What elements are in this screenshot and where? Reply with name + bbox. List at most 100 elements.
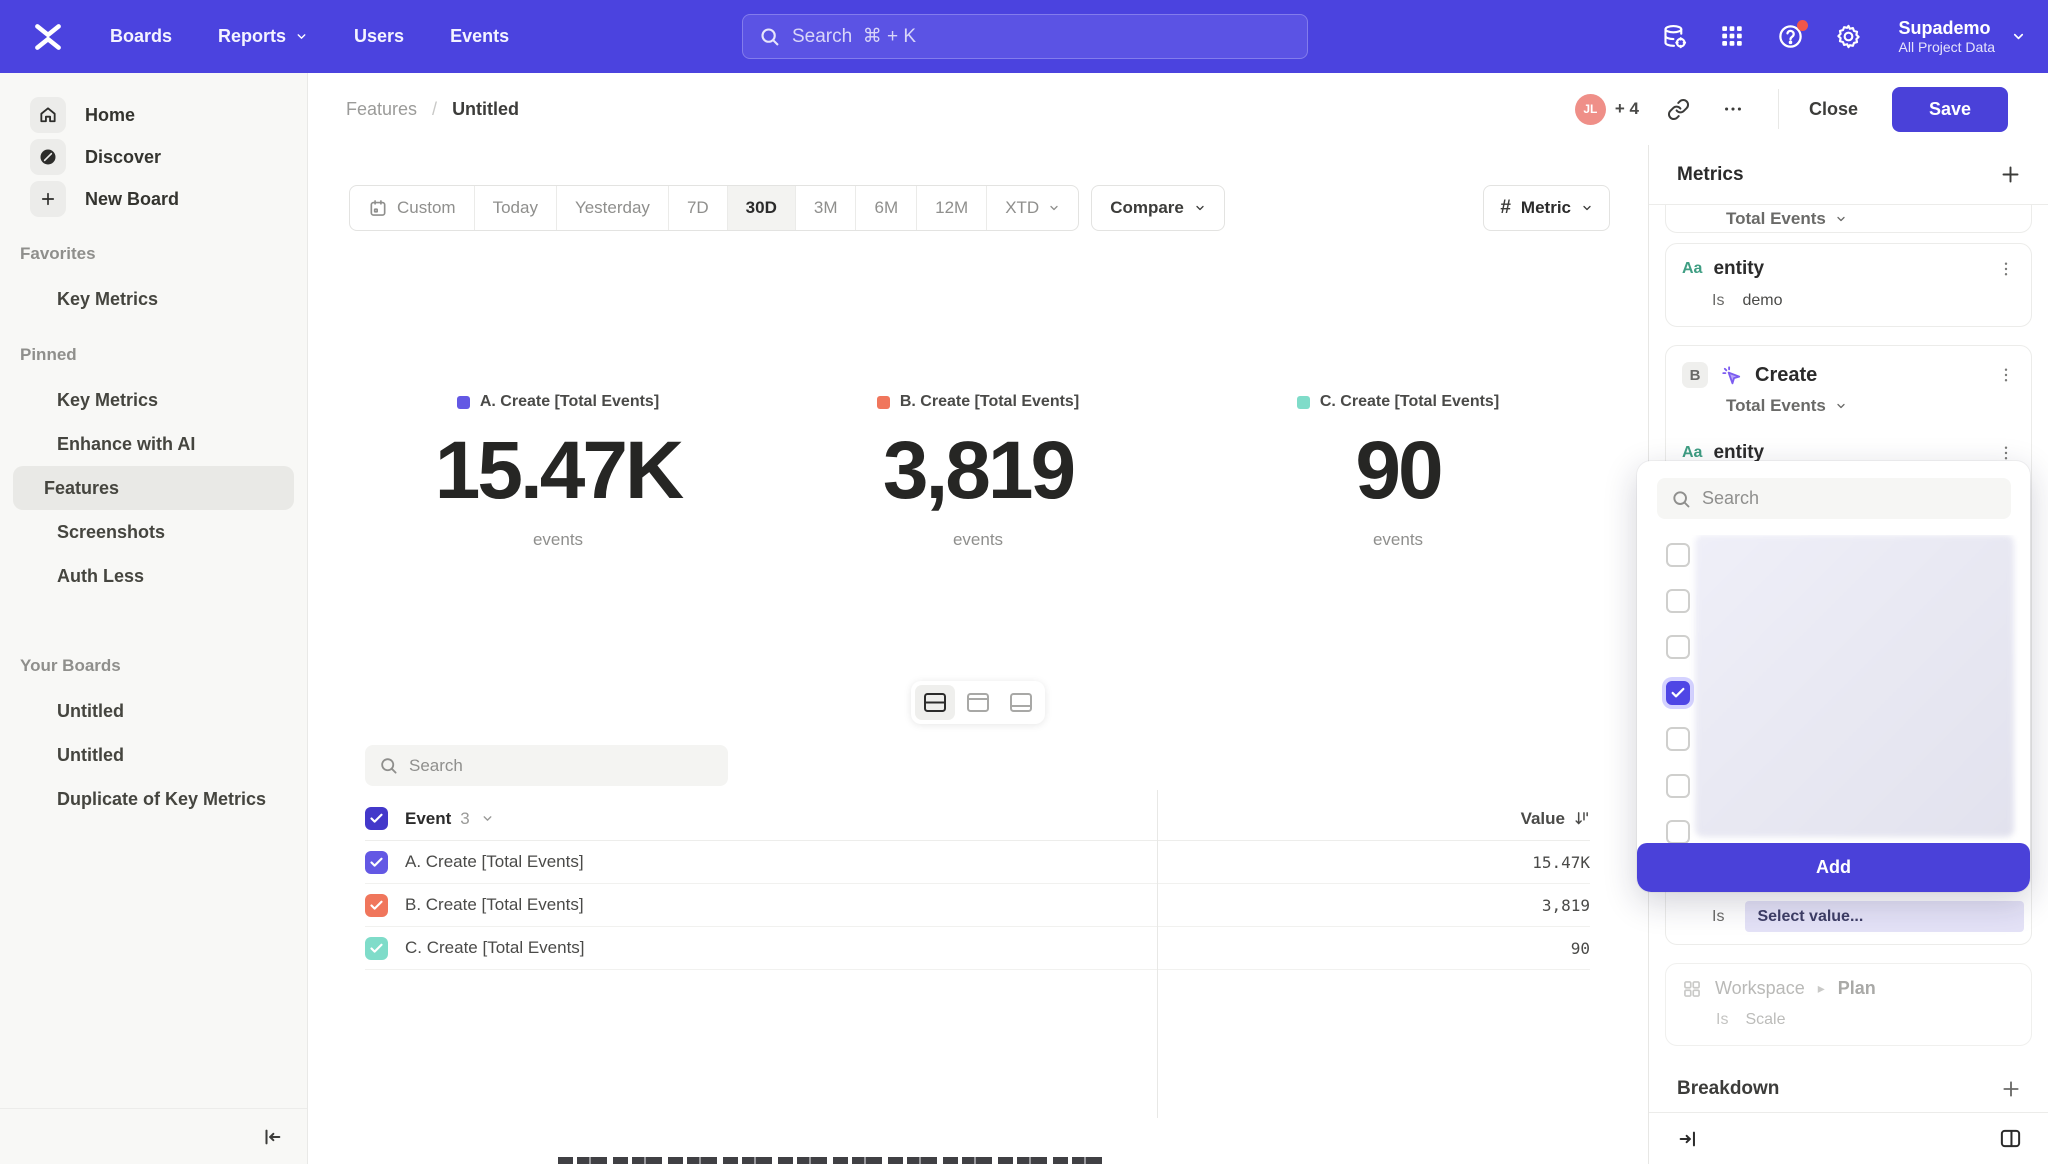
column-divider xyxy=(1157,790,1158,1118)
date-range-xtd[interactable]: XTD xyxy=(987,186,1078,230)
mixpanel-logo-icon[interactable] xyxy=(30,19,66,55)
sidebar-item-features[interactable]: Features xyxy=(13,466,294,510)
date-range-7d[interactable]: 7D xyxy=(669,186,728,230)
option-checkbox[interactable] xyxy=(1666,589,1690,613)
event-type-selector[interactable]: Total Events xyxy=(1726,209,1826,229)
workspace-grid-icon xyxy=(1682,979,1702,999)
settings-gear-icon[interactable] xyxy=(1835,23,1862,50)
row-value: 15.47K xyxy=(1532,853,1590,872)
header-actions: JL + 4 Close Save xyxy=(1575,87,2008,132)
option-checkbox[interactable] xyxy=(1666,635,1690,659)
top-nav-bar: Boards Reports Users Events xyxy=(0,0,2048,73)
workspace-name: Supademo xyxy=(1899,18,1995,39)
left-sidebar: Home Discover New Board Favorites Key Me… xyxy=(0,73,308,1164)
row-checkbox[interactable] xyxy=(365,851,388,874)
chevron-down-icon[interactable] xyxy=(2011,29,2026,44)
date-range-6m[interactable]: 6M xyxy=(856,186,917,230)
layout-split-icon[interactable] xyxy=(915,685,955,720)
date-range-3m[interactable]: 3M xyxy=(796,186,857,230)
metric-cards-row: A. Create [Total Events] 15.47K events B… xyxy=(348,393,1608,550)
filter-operator[interactable]: Is xyxy=(1712,908,1724,926)
add-button[interactable]: Add xyxy=(1637,843,2030,892)
table-row[interactable]: B. Create [Total Events] 3,819 xyxy=(365,884,1590,927)
metrics-panel-header: Metrics xyxy=(1649,145,2048,205)
option-checkbox[interactable] xyxy=(1666,543,1690,567)
help-icon[interactable] xyxy=(1777,23,1804,50)
sidebar-item-discover[interactable]: Discover xyxy=(0,136,307,178)
copy-link-icon[interactable] xyxy=(1667,98,1690,121)
table-search-input[interactable] xyxy=(409,756,709,776)
sidebar-item-home[interactable]: Home xyxy=(0,94,307,136)
table-search-field[interactable] xyxy=(365,745,728,786)
option-checkbox-checked[interactable] xyxy=(1666,681,1690,705)
date-range-12m[interactable]: 12M xyxy=(917,186,987,230)
metric-card-label: A. Create [Total Events] xyxy=(457,393,659,411)
workspace-group-label[interactable]: Workspace xyxy=(1715,978,1805,999)
data-management-icon[interactable] xyxy=(1661,23,1688,50)
date-range-today[interactable]: Today xyxy=(475,186,557,230)
date-range-yesterday[interactable]: Yesterday xyxy=(557,186,669,230)
dropdown-search-field[interactable] xyxy=(1657,478,2011,519)
sidebar-section-pinned: Pinned xyxy=(0,345,307,367)
metric-card-label: B. Create [Total Events] xyxy=(877,393,1079,411)
global-search-bar[interactable] xyxy=(742,14,1308,59)
option-checkbox[interactable] xyxy=(1666,820,1690,843)
global-search-input[interactable] xyxy=(792,26,1272,48)
kebab-menu-icon[interactable] xyxy=(1997,366,2015,384)
event-type-selector[interactable]: Total Events xyxy=(1726,396,1826,416)
apps-grid-icon[interactable] xyxy=(1719,23,1746,50)
nav-item-boards[interactable]: Boards xyxy=(110,26,172,47)
column-header-value[interactable]: Value xyxy=(1521,809,1590,829)
dropdown-search-input[interactable] xyxy=(1702,488,2002,509)
compare-button[interactable]: Compare xyxy=(1091,185,1225,231)
date-range-30d[interactable]: 30D xyxy=(728,186,796,230)
row-checkbox[interactable] xyxy=(365,937,388,960)
sidebar-item-screenshots[interactable]: Screenshots xyxy=(13,510,294,554)
sidebar-item-duplicate-key-metrics[interactable]: Duplicate of Key Metrics xyxy=(13,777,294,821)
collaborators-count[interactable]: + 4 xyxy=(1615,99,1639,119)
panel-layout-icon[interactable] xyxy=(1999,1127,2022,1150)
table-row[interactable]: A. Create [Total Events] 15.47K xyxy=(365,841,1590,884)
filter-value[interactable]: demo xyxy=(1742,292,1782,310)
date-range-custom[interactable]: Custom xyxy=(350,186,475,230)
sidebar-item-key-metrics[interactable]: Key Metrics xyxy=(13,277,294,321)
sidebar-item-key-metrics-2[interactable]: Key Metrics xyxy=(13,378,294,422)
option-checkbox[interactable] xyxy=(1666,774,1690,798)
kebab-menu-icon[interactable] xyxy=(1997,260,2015,278)
chevron-down-icon[interactable] xyxy=(481,812,494,825)
option-checkbox[interactable] xyxy=(1666,727,1690,751)
sidebar-item-untitled-2[interactable]: Untitled xyxy=(13,733,294,777)
layout-chart-icon[interactable] xyxy=(958,685,998,720)
workspace-prop-label[interactable]: Plan xyxy=(1838,978,1876,999)
breadcrumb-current[interactable]: Untitled xyxy=(452,99,519,120)
row-checkbox[interactable] xyxy=(365,894,388,917)
sidebar-item-new-board[interactable]: New Board xyxy=(0,178,307,220)
nav-item-reports[interactable]: Reports xyxy=(218,26,308,47)
column-header-event[interactable]: Event xyxy=(405,809,451,829)
workspace-switcher[interactable]: Supademo All Project Data xyxy=(1899,18,1995,55)
select-all-checkbox[interactable] xyxy=(365,807,388,830)
collapse-panel-icon[interactable] xyxy=(1677,1128,1699,1150)
sidebar-footer xyxy=(0,1108,307,1164)
nav-item-users[interactable]: Users xyxy=(354,26,404,47)
breadcrumb-parent[interactable]: Features xyxy=(346,99,417,120)
save-button[interactable]: Save xyxy=(1892,87,2008,132)
sidebar-item-auth-less[interactable]: Auth Less xyxy=(13,554,294,598)
sidebar-item-untitled-1[interactable]: Untitled xyxy=(13,689,294,733)
add-metric-icon[interactable] xyxy=(2000,164,2021,185)
more-options-icon[interactable] xyxy=(1722,98,1744,120)
table-row[interactable]: C. Create [Total Events] 90 xyxy=(365,927,1590,970)
avatar[interactable]: JL xyxy=(1575,94,1606,125)
add-breakdown-icon[interactable] xyxy=(2001,1079,2021,1099)
metric-selector-button[interactable]: # Metric xyxy=(1483,185,1610,231)
select-value-field[interactable]: Select value... xyxy=(1745,901,2024,932)
kebab-menu-icon[interactable] xyxy=(1997,444,2015,462)
sidebar-item-enhance-with-ai[interactable]: Enhance with AI xyxy=(13,422,294,466)
metric-name[interactable]: Create xyxy=(1755,364,1817,387)
collapse-sidebar-icon[interactable] xyxy=(261,1126,283,1148)
property-name[interactable]: entity xyxy=(1713,258,1764,280)
layout-table-icon[interactable] xyxy=(1001,685,1041,720)
close-button[interactable]: Close xyxy=(1809,99,1858,120)
nav-item-events[interactable]: Events xyxy=(450,26,509,47)
filter-operator[interactable]: Is xyxy=(1712,292,1724,310)
